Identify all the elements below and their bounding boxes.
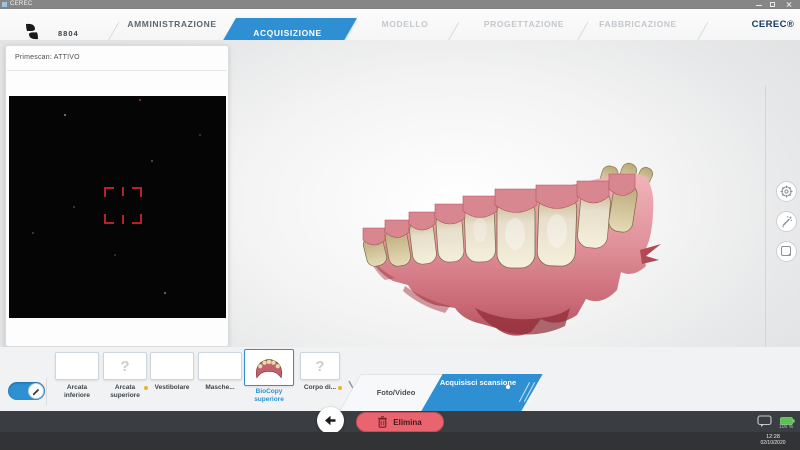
question-mark-placeholder: ? [120, 357, 130, 375]
thumbnail-label: Arcata inferiore [63, 384, 90, 399]
divider [46, 378, 47, 405]
thumbnail-arcata-superiore[interactable]: ? [103, 352, 147, 380]
delete-button[interactable]: Elimina [356, 412, 444, 432]
pencil-icon [28, 383, 44, 399]
tab-acquisisci-scansione[interactable]: Acquisisci scansione [432, 378, 524, 387]
window-export-icon [781, 246, 791, 256]
app-window-icon [2, 2, 7, 7]
thumbnail-vestibolare[interactable] [150, 352, 194, 380]
thumbnail-arcata-inferiore[interactable] [55, 352, 99, 380]
thumbnail-label: Arcata superiore [110, 384, 140, 399]
back-button[interactable] [317, 407, 344, 434]
detach-window-button[interactable] [776, 241, 797, 262]
trash-icon [378, 416, 388, 428]
chat-bubble-icon[interactable] [757, 415, 772, 428]
edit-mode-toggle[interactable] [8, 382, 45, 400]
maximize-icon[interactable] [770, 2, 775, 7]
cerec-application-window: { "colors": { "accent": "#2e8fd2", "bran… [0, 0, 800, 450]
panel-divider [7, 70, 227, 71]
acquisition-strip: Arcata inferiore ? Arcata superiore Vest… [0, 347, 800, 411]
camera-status-label: Primescan: ATTIVO [15, 54, 80, 61]
clock-date: 02/10/2020 [760, 440, 786, 446]
gear-icon [780, 185, 793, 198]
question-mark-placeholder: ? [315, 357, 325, 375]
active-scan-dot [506, 385, 510, 389]
thumbnail-label: Corpo di... [303, 384, 337, 391]
thumbnail-label-selected: BioCopy superiore [254, 388, 284, 403]
minimize-icon[interactable] [756, 5, 762, 6]
biocopy-scan-preview [256, 358, 282, 378]
os-title-bar[interactable]: CEREC [0, 0, 800, 9]
pending-marker-dot [338, 386, 342, 390]
delete-button-label: Elimina [393, 417, 422, 427]
tab-fabbricazione[interactable]: FABBRICAZIONE [568, 9, 708, 40]
tab-amministrazione[interactable]: AMMINISTRAZIONE [102, 9, 242, 40]
taskbar-clock[interactable]: 12:28 02/10/2020 [756, 434, 790, 446]
thumbnail-label: Masche... [205, 384, 235, 391]
settings-wheel-button[interactable] [776, 181, 797, 202]
teeth-3d-model[interactable] [355, 158, 665, 348]
primescan-camera-panel: Primescan: ATTIVO [5, 45, 229, 347]
arrow-left-icon [325, 415, 336, 426]
window-title: CEREC [10, 1, 33, 7]
thumbnail-mascherina[interactable] [198, 352, 242, 380]
cerec-brand-label: CEREC® [751, 19, 795, 30]
battery-percentage: 100 % [779, 424, 794, 430]
thumbnail-corpo-di[interactable]: ? [300, 352, 340, 380]
camera-live-view [9, 96, 226, 318]
focus-brackets [104, 187, 142, 224]
thumbnail-label: Vestibolare [154, 384, 190, 391]
phase-tab-bar: 8804 AMMINISTRAZIONE ACQUISIZIONE MODELL… [0, 9, 800, 49]
thumbnail-biocopy-superiore[interactable] [244, 349, 294, 386]
airbrush-icon [782, 216, 793, 228]
windows-taskbar: C Camtasia Studio - ... CEREC C Recordin… [0, 432, 800, 450]
scanner-tools-button[interactable] [776, 211, 797, 232]
